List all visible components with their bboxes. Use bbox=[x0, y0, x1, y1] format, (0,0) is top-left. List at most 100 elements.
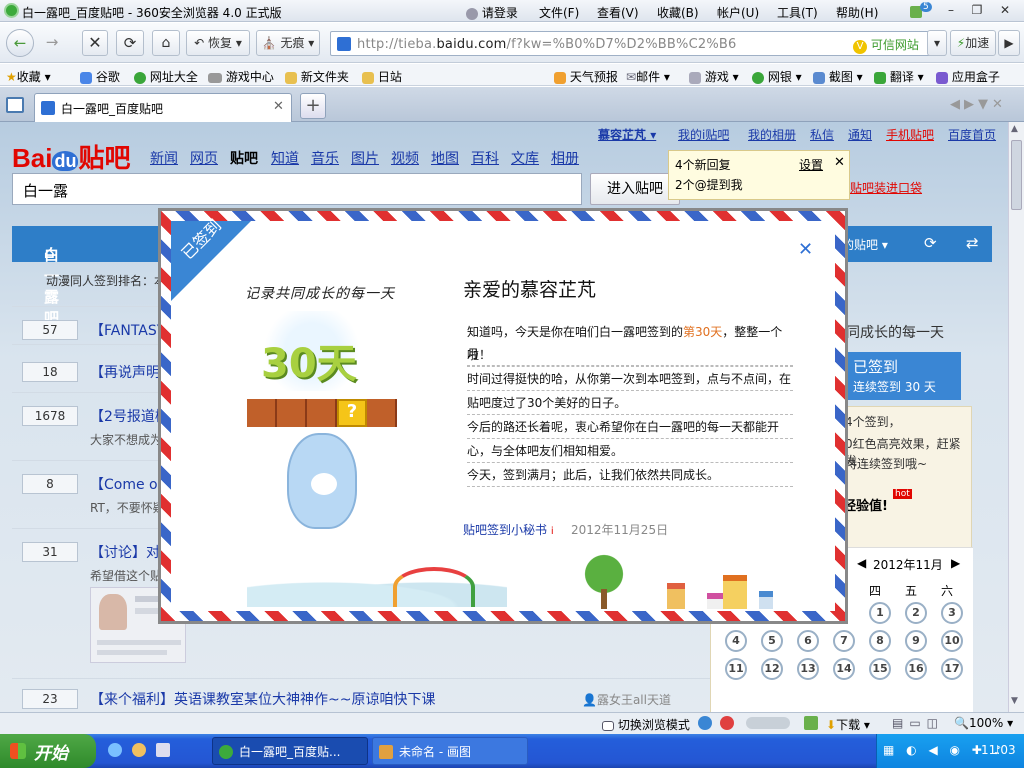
menu-help[interactable]: 帮助(H) bbox=[836, 4, 878, 21]
address-dropdown-button[interactable]: ▾ bbox=[927, 30, 947, 56]
calendar-day[interactable]: 4 bbox=[725, 630, 747, 652]
bookmark-rizhan[interactable]: 日站 bbox=[362, 68, 402, 85]
address-bar[interactable]: http://tieba.baidu.com/f?kw=%B0%D7%D2%BB… bbox=[330, 31, 946, 56]
calendar-day[interactable]: 14 bbox=[833, 658, 855, 680]
thread-row[interactable]: 23 【来个福利】英语课教室某位大神神作~~原谅咱快下课 👤露女王all天道 bbox=[12, 678, 712, 712]
nav-web[interactable]: 网页 bbox=[190, 148, 218, 168]
tab-scroll-controls[interactable]: ◀▶▼✕ bbox=[950, 97, 1007, 112]
download-button[interactable]: ⬇下载 ▾ bbox=[826, 716, 870, 733]
calendar-day[interactable]: 15 bbox=[869, 658, 891, 680]
refresh-button[interactable]: ⟳ bbox=[116, 30, 144, 56]
go-button[interactable]: ▶ bbox=[998, 30, 1020, 56]
notifications-link[interactable]: 通知 bbox=[848, 126, 872, 143]
trusted-site-badge[interactable]: V 可信网站 bbox=[853, 36, 919, 54]
notif-settings-link[interactable]: 设置 bbox=[799, 156, 823, 173]
ie-icon[interactable] bbox=[698, 716, 712, 730]
calendar-day[interactable]: 2 bbox=[905, 602, 927, 624]
stop-button[interactable]: ✕ bbox=[82, 30, 108, 56]
speedup-button[interactable]: ⚡加速 bbox=[950, 30, 996, 56]
nav-video[interactable]: 视频 bbox=[391, 148, 419, 168]
login-menu[interactable]: 请登录 bbox=[466, 4, 518, 21]
calendar-day[interactable]: 3 bbox=[941, 602, 963, 624]
my-album-link[interactable]: 我的相册 bbox=[748, 126, 796, 143]
calendar-day[interactable]: 16 bbox=[905, 658, 927, 680]
tab-baidu-tieba[interactable]: 白一露吧_百度贴吧 ✕ bbox=[34, 93, 292, 122]
bookmark-new-folder[interactable]: 新文件夹 bbox=[285, 68, 349, 85]
calendar-day[interactable]: 10 bbox=[941, 630, 963, 652]
bookmark-weather[interactable]: 天气预报 bbox=[554, 68, 618, 85]
calendar-day[interactable]: 13 bbox=[797, 658, 819, 680]
quicklaunch-qq-icon[interactable] bbox=[132, 743, 146, 757]
calendar-day[interactable]: 8 bbox=[869, 630, 891, 652]
restore-button[interactable]: ↶ 恢复 ▾ bbox=[186, 30, 250, 56]
maximize-button[interactable]: ❐ bbox=[967, 2, 987, 19]
bookmark-bank[interactable]: 网银 ▾ bbox=[752, 68, 802, 85]
enter-tieba-button[interactable]: 进入贴吧 bbox=[590, 173, 680, 205]
switch-mode-button[interactable]: 切换浏览模式 bbox=[602, 716, 690, 733]
incognito-button[interactable]: ⛪ 无痕 ▾ bbox=[256, 30, 320, 56]
quicklaunch-desktop-icon[interactable] bbox=[156, 743, 170, 757]
bookmark-favorites[interactable]: ★收藏 ▾ bbox=[6, 68, 51, 85]
menu-tools[interactable]: 工具(T) bbox=[777, 4, 818, 21]
bookmark-game-center[interactable]: 游戏中心 bbox=[208, 68, 274, 85]
calendar-day[interactable]: 17 bbox=[941, 658, 963, 680]
tieba-pocket-link[interactable]: 贴吧装进口袋 bbox=[850, 179, 922, 196]
back-button[interactable]: ← bbox=[6, 29, 34, 57]
security-icon[interactable] bbox=[720, 716, 734, 730]
nav-map[interactable]: 地图 bbox=[431, 148, 459, 168]
start-button[interactable]: 开始 bbox=[0, 734, 96, 768]
nav-zhidao[interactable]: 知道 bbox=[271, 148, 299, 168]
mobile-tieba-link[interactable]: 手机贴吧 bbox=[886, 126, 934, 143]
status-tools-icons[interactable]: ▤▭◫ bbox=[892, 716, 952, 730]
bookmark-screenshot[interactable]: 截图 ▾ bbox=[813, 68, 863, 85]
thread-title[interactable]: 【Come on bbox=[90, 474, 166, 494]
baidu-home-link[interactable]: 百度首页 bbox=[948, 126, 996, 143]
taskbar-item-paint[interactable]: 未命名 - 画图 bbox=[372, 737, 528, 765]
menu-account[interactable]: 帐户(U) bbox=[717, 4, 759, 21]
nav-music[interactable]: 音乐 bbox=[311, 148, 339, 168]
thread-title[interactable]: 【来个福利】英语课教室某位大神神作~~原谅咱快下课 bbox=[90, 689, 435, 709]
bookmark-google[interactable]: 谷歌 bbox=[80, 68, 120, 85]
nav-news[interactable]: 新闻 bbox=[150, 148, 178, 168]
taskbar-item-browser[interactable]: 白一露吧_百度贴... bbox=[212, 737, 368, 765]
update-icon[interactable]: 5 bbox=[910, 2, 932, 20]
nav-wenku[interactable]: 文库 bbox=[511, 148, 539, 168]
calendar-day[interactable]: 12 bbox=[761, 658, 783, 680]
sidebar-toggle-icon[interactable] bbox=[6, 97, 24, 113]
page-scrollbar[interactable]: ▲ ▼ bbox=[1008, 122, 1024, 712]
mentions-link[interactable]: 2个@提到我 bbox=[675, 176, 743, 193]
menu-favorites[interactable]: 收藏(B) bbox=[657, 4, 699, 21]
baidu-tieba-logo[interactable]: Bai du贴吧 bbox=[12, 138, 130, 175]
close-tab-icon[interactable]: ✕ bbox=[273, 99, 284, 114]
calendar-day[interactable]: 7 bbox=[833, 630, 855, 652]
thread-author[interactable]: 👤露女王all天道 bbox=[582, 691, 671, 708]
username-link[interactable]: 慕容芷芃 ▾ bbox=[598, 126, 656, 143]
speed-toggle[interactable] bbox=[746, 717, 790, 729]
calendar-day[interactable]: 1 bbox=[869, 602, 891, 624]
minimize-button[interactable]: – bbox=[941, 2, 961, 19]
bookmark-games[interactable]: 游戏 ▾ bbox=[689, 68, 739, 85]
forward-button[interactable]: → bbox=[38, 29, 66, 57]
bookmark-translate[interactable]: 翻译 ▾ bbox=[874, 68, 924, 85]
calendar-next-icon[interactable]: ▶ bbox=[951, 556, 960, 570]
close-window-button[interactable]: ✕ bbox=[995, 2, 1015, 19]
thread-title[interactable]: 【FANTASY bbox=[90, 320, 165, 340]
zoom-control[interactable]: 🔍100% ▾ bbox=[954, 716, 1013, 730]
nav-images[interactable]: 图片 bbox=[351, 148, 379, 168]
close-notif-icon[interactable]: ✕ bbox=[834, 155, 845, 170]
close-dialog-button[interactable]: ✕ bbox=[798, 239, 813, 260]
new-replies-link[interactable]: 4个新回复 bbox=[675, 156, 731, 173]
calendar-prev-icon[interactable]: ◀ bbox=[857, 556, 866, 570]
bookmark-site-directory[interactable]: 网址大全 bbox=[134, 68, 198, 85]
scroll-thumb[interactable] bbox=[1011, 140, 1022, 210]
nav-album[interactable]: 相册 bbox=[551, 148, 579, 168]
bookmark-mail[interactable]: ✉邮件 ▾ bbox=[626, 68, 670, 85]
quicklaunch-ie-icon[interactable] bbox=[108, 743, 122, 757]
calendar-day[interactable]: 6 bbox=[797, 630, 819, 652]
my-forums-dropdown[interactable]: 的贴吧 ▾ bbox=[842, 236, 888, 253]
tieba-search-input[interactable]: 白一露 bbox=[12, 173, 582, 205]
calendar-day[interactable]: 9 bbox=[905, 630, 927, 652]
calendar-day[interactable]: 5 bbox=[761, 630, 783, 652]
my-itieba-link[interactable]: 我的i贴吧 bbox=[678, 126, 729, 143]
nav-tieba[interactable]: 贴吧 bbox=[230, 148, 258, 168]
